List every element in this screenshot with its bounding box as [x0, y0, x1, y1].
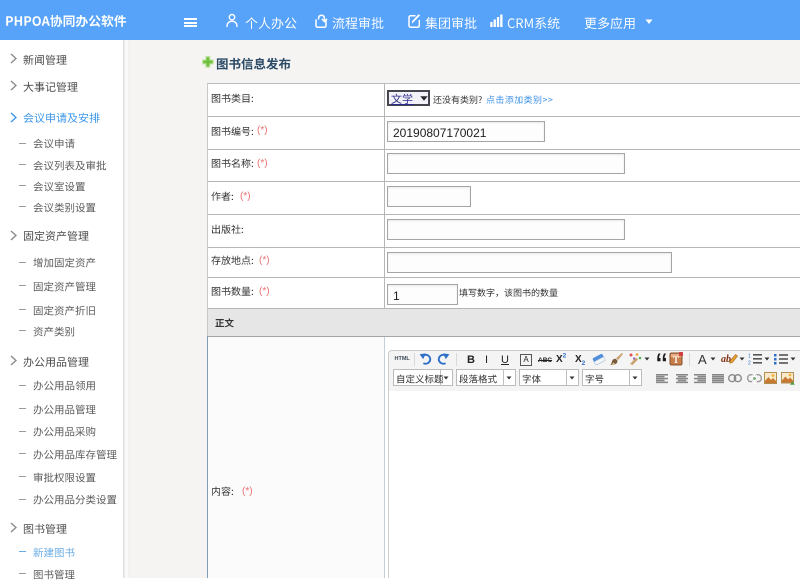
svg-text:1: 1 [748, 353, 751, 359]
svg-text:T: T [673, 355, 679, 365]
svg-text:2: 2 [748, 360, 751, 365]
